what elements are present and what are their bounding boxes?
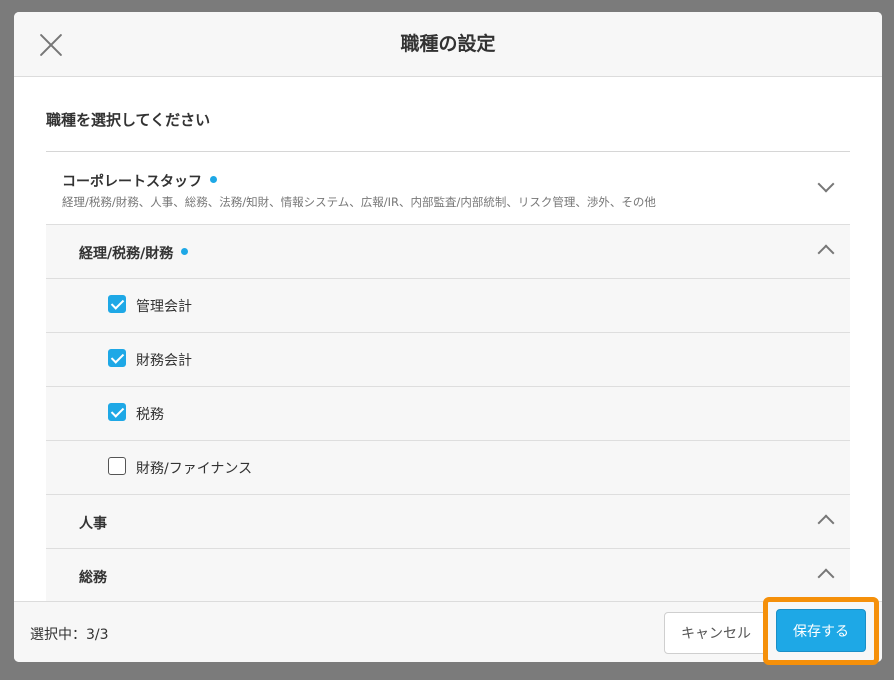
subcategory-name: 総務 [79,570,107,586]
option-row[interactable]: 管理会計 [46,279,850,333]
option-checkbox[interactable] [108,349,126,367]
chevron-down-icon[interactable] [817,175,835,193]
subcategory-name: 人事 [79,516,107,532]
selected-count: 選択中：3/3 [30,627,109,643]
selected-dot-icon [181,248,189,255]
option-label: 財務/ファイナンス [136,461,253,477]
job-type-dialog: 職種の設定 職種を選択してください コーポレートスタッフ 経理/税務/財務、人事… [14,12,882,662]
option-checkbox[interactable] [108,295,126,313]
option-row[interactable]: 税務 [46,387,850,441]
option-checkbox[interactable] [108,457,126,475]
category-description: 経理/税務/財務、人事、総務、法務/知財、情報システム、広報/IR、内部監査/内… [62,195,656,209]
chevron-up-icon[interactable] [817,244,835,262]
save-button[interactable]: 保存する [776,609,866,652]
option-label: 税務 [136,407,164,423]
subcategory-general-affairs[interactable]: 総務 [46,549,850,601]
dialog-footer: 選択中：3/3 キャンセル [14,601,882,662]
category-corporate-staff[interactable]: コーポレートスタッフ 経理/税務/財務、人事、総務、法務/知財、情報システム、広… [46,152,850,225]
subcategory-name: 経理/税務/財務 [79,243,189,263]
option-row[interactable]: 財務/ファイナンス [46,441,850,495]
option-label: 財務会計 [136,353,192,369]
option-row[interactable]: 財務会計 [46,333,850,387]
subcategory-hr[interactable]: 人事 [46,495,850,549]
dialog-header: 職種の設定 [14,12,882,77]
cancel-button[interactable]: キャンセル [664,612,768,654]
option-label: 管理会計 [136,299,192,315]
job-type-list: コーポレートスタッフ 経理/税務/財務、人事、総務、法務/知財、情報システム、広… [46,151,850,601]
chevron-up-icon[interactable] [817,568,835,586]
option-checkbox[interactable] [108,403,126,421]
instruction-text: 職種を選択してください [46,111,211,129]
chevron-up-icon[interactable] [817,514,835,532]
subcategory-accounting[interactable]: 経理/税務/財務 [46,225,850,279]
selected-dot-icon [210,176,217,183]
dialog-body: 職種を選択してください コーポレートスタッフ 経理/税務/財務、人事、総務、法務… [14,77,882,601]
category-name: コーポレートスタッフ [62,171,217,191]
dialog-title: 職種の設定 [400,33,496,55]
